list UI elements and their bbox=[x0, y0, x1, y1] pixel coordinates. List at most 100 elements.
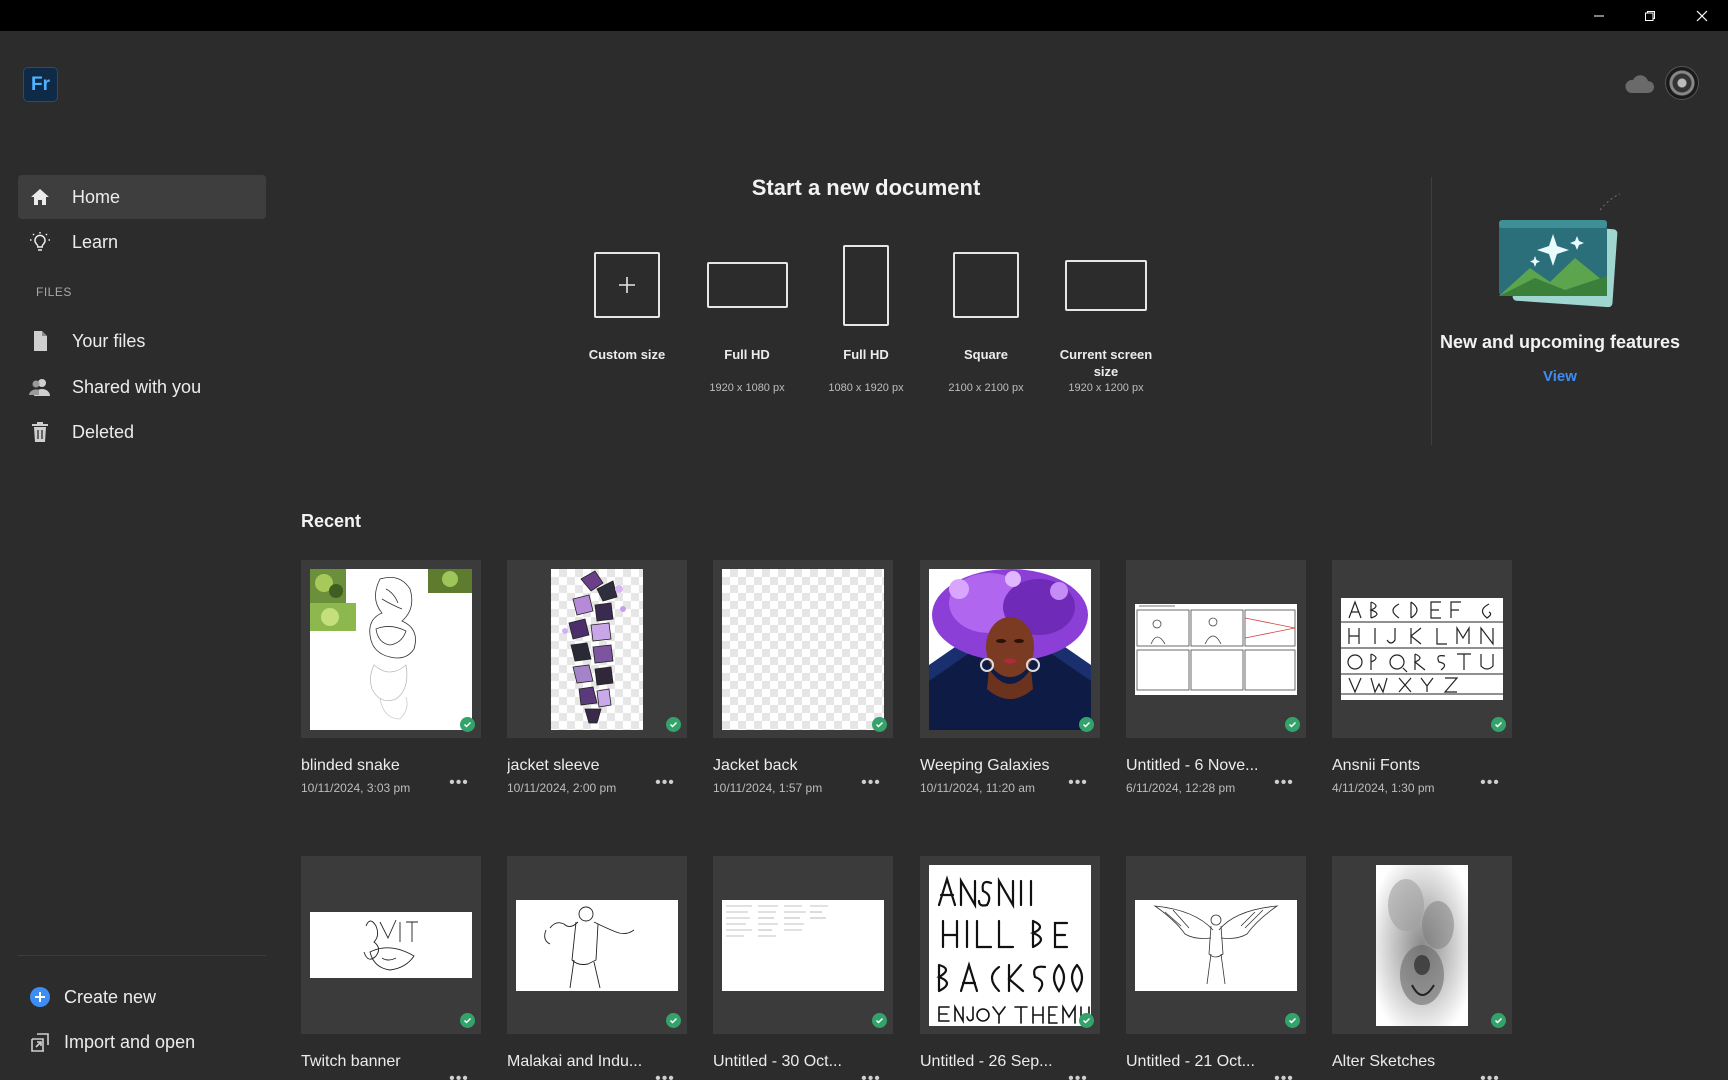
recent-file-card[interactable]: Alter Sketches ••• bbox=[1332, 856, 1512, 1080]
home-icon bbox=[28, 185, 52, 209]
cloud-icon[interactable] bbox=[1622, 71, 1656, 97]
sidebar-divider bbox=[18, 955, 266, 956]
file-title: Jacket back bbox=[713, 757, 798, 774]
preset-full-hd-landscape[interactable]: Full HD 1920 x 1080 px bbox=[692, 240, 802, 394]
sidebar-item-label: Deleted bbox=[72, 421, 135, 442]
more-options-icon[interactable]: ••• bbox=[859, 774, 883, 791]
file-thumbnail[interactable] bbox=[920, 560, 1100, 738]
more-options-icon[interactable]: ••• bbox=[447, 1070, 471, 1080]
synced-check-icon bbox=[1079, 1013, 1094, 1028]
sidebar-item-label: Learn bbox=[72, 231, 119, 252]
synced-check-icon bbox=[460, 1013, 475, 1028]
synced-check-icon bbox=[872, 1013, 887, 1028]
new-document-title: Start a new document bbox=[751, 175, 981, 200]
synced-check-icon bbox=[666, 1013, 681, 1028]
plus-circle-icon bbox=[28, 985, 52, 1009]
file-thumbnail[interactable] bbox=[1332, 856, 1512, 1034]
file-title: Untitled - 6 Nove... bbox=[1126, 757, 1259, 774]
more-options-icon[interactable]: ••• bbox=[653, 1070, 677, 1080]
file-title: Ansnii Fonts bbox=[1332, 757, 1421, 774]
preset-current-screen-size[interactable]: Current screen size 1920 x 1200 px bbox=[1051, 240, 1161, 394]
more-options-icon[interactable]: ••• bbox=[1066, 774, 1090, 791]
sidebar-item-your-files[interactable]: Your files bbox=[18, 319, 266, 363]
features-illustration bbox=[1499, 193, 1621, 308]
users-icon bbox=[28, 375, 52, 399]
import-icon bbox=[28, 1030, 52, 1054]
file-thumbnail[interactable] bbox=[301, 856, 481, 1034]
file-title: Weeping Galaxies bbox=[920, 757, 1050, 774]
synced-check-icon bbox=[1491, 717, 1506, 732]
preset-full-hd-portrait[interactable]: Full HD 1080 x 1920 px bbox=[811, 240, 921, 394]
import-and-open-label: Import and open bbox=[64, 1031, 196, 1052]
recent-file-card[interactable]: Malakai and Indu... ••• bbox=[507, 856, 687, 1080]
more-options-icon[interactable]: ••• bbox=[447, 774, 471, 791]
file-thumbnail[interactable] bbox=[507, 856, 687, 1034]
recent-file-card[interactable]: Untitled - 30 Oct... ••• bbox=[713, 856, 893, 1080]
landscape-frame-icon bbox=[706, 262, 788, 308]
more-options-icon[interactable]: ••• bbox=[859, 1070, 883, 1080]
synced-check-icon bbox=[1285, 1013, 1300, 1028]
recent-title: Recent bbox=[301, 511, 362, 531]
sidebar-item-deleted[interactable]: Deleted bbox=[18, 410, 266, 454]
import-and-open-button[interactable]: Import and open bbox=[18, 1022, 266, 1062]
more-options-icon[interactable]: ••• bbox=[653, 774, 677, 791]
file-icon bbox=[28, 329, 52, 353]
recent-file-card[interactable]: Weeping Galaxies 10/11/2024, 11:20 am ••… bbox=[920, 560, 1100, 795]
sidebar-item-shared[interactable]: Shared with you bbox=[18, 365, 266, 409]
sidebar-item-learn[interactable]: Learn bbox=[18, 220, 266, 264]
file-title: Untitled - 26 Sep... bbox=[920, 1053, 1053, 1070]
file-title: Malakai and Indu... bbox=[507, 1053, 643, 1070]
more-options-icon[interactable]: ••• bbox=[1272, 774, 1296, 791]
preset-custom-size[interactable]: Custom size bbox=[572, 240, 682, 382]
file-title: Alter Sketches bbox=[1332, 1053, 1436, 1070]
recent-file-card[interactable]: Ansnii Fonts 4/11/2024, 1:30 pm ••• bbox=[1332, 560, 1512, 795]
preset-square[interactable]: Square 2100 x 2100 px bbox=[931, 240, 1041, 394]
more-options-icon[interactable]: ••• bbox=[1478, 774, 1502, 791]
file-thumbnail[interactable] bbox=[507, 560, 687, 738]
recent-file-card[interactable]: Untitled - 21 Oct... ••• bbox=[1126, 856, 1306, 1080]
file-thumbnail[interactable] bbox=[1126, 856, 1306, 1034]
recent-file-card[interactable]: Twitch banner ••• bbox=[301, 856, 481, 1080]
sidebar-item-label: Shared with you bbox=[72, 376, 202, 397]
portrait-frame-icon bbox=[843, 244, 889, 326]
synced-check-icon bbox=[1491, 1013, 1506, 1028]
file-title: Untitled - 30 Oct... bbox=[713, 1053, 842, 1070]
recent-file-card[interactable]: blinded snake 10/11/2024, 3:03 pm ••• bbox=[301, 560, 481, 795]
recent-file-card[interactable]: Untitled - 6 Nove... 6/11/2024, 12:28 pm… bbox=[1126, 560, 1306, 795]
files-section-label: FILES bbox=[36, 285, 72, 299]
app-logo: Fr bbox=[23, 67, 58, 102]
file-title: jacket sleeve bbox=[507, 757, 600, 774]
file-thumbnail[interactable] bbox=[713, 560, 893, 738]
close-icon[interactable] bbox=[1678, 0, 1726, 31]
minimize-icon[interactable] bbox=[1575, 0, 1623, 31]
recent-file-card[interactable]: Jacket back 10/11/2024, 1:57 pm ••• bbox=[713, 560, 893, 795]
app-header: Fr bbox=[0, 31, 1728, 135]
file-thumbnail[interactable] bbox=[920, 856, 1100, 1034]
avatar[interactable] bbox=[1665, 66, 1699, 100]
features-view-link[interactable]: View bbox=[1432, 368, 1688, 385]
features-title: New and upcoming features bbox=[1439, 332, 1681, 352]
file-title: Twitch banner bbox=[301, 1053, 401, 1070]
file-thumbnail[interactable] bbox=[1332, 560, 1512, 738]
more-options-icon[interactable]: ••• bbox=[1272, 1070, 1296, 1080]
file-thumbnail[interactable] bbox=[713, 856, 893, 1034]
square-frame-icon bbox=[953, 252, 1019, 318]
synced-check-icon bbox=[460, 717, 475, 732]
recent-file-card[interactable]: Untitled - 26 Sep... ••• bbox=[920, 856, 1100, 1080]
trash-icon bbox=[28, 420, 52, 444]
file-thumbnail[interactable] bbox=[301, 560, 481, 738]
sidebar-item-home[interactable]: Home bbox=[18, 175, 266, 219]
sidebar: Home Learn FILES Your files Shared with … bbox=[0, 135, 270, 1080]
synced-check-icon bbox=[872, 717, 887, 732]
file-title: Untitled - 21 Oct... bbox=[1126, 1053, 1255, 1070]
synced-check-icon bbox=[666, 717, 681, 732]
more-options-icon[interactable]: ••• bbox=[1066, 1070, 1090, 1080]
screen-frame-icon bbox=[1065, 259, 1147, 311]
restore-icon[interactable] bbox=[1626, 0, 1674, 31]
more-options-icon[interactable]: ••• bbox=[1478, 1070, 1502, 1080]
file-title: blinded snake bbox=[301, 757, 400, 774]
create-new-button[interactable]: Create new bbox=[18, 977, 266, 1017]
section-divider bbox=[1431, 177, 1432, 445]
recent-file-card[interactable]: jacket sleeve 10/11/2024, 2:00 pm ••• bbox=[507, 560, 687, 795]
file-thumbnail[interactable] bbox=[1126, 560, 1306, 738]
